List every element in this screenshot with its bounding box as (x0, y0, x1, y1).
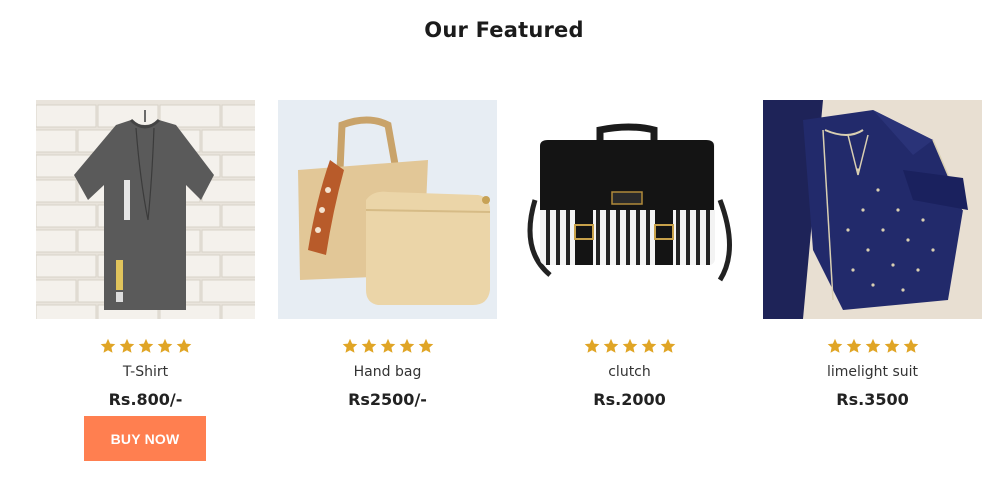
star-icon (100, 338, 116, 354)
product-image-tshirt[interactable] (36, 100, 255, 319)
rating-stars (36, 338, 255, 358)
product-image-limelight-suit[interactable] (763, 100, 982, 319)
star-icon (138, 338, 154, 354)
rating-stars (763, 338, 982, 358)
star-icon (622, 338, 638, 354)
product-price: Rs.2000 (593, 390, 666, 409)
buy-now-button[interactable]: BUY NOW (84, 416, 206, 461)
star-icon (603, 338, 619, 354)
star-icon (827, 338, 843, 354)
star-icon (119, 338, 135, 354)
star-icon (361, 338, 377, 354)
product-image-handbag[interactable] (278, 100, 497, 319)
star-icon (176, 338, 192, 354)
product-card-tshirt[interactable]: T-Shirt Rs.800/- (36, 100, 255, 410)
product-card-limelight-suit[interactable]: limelight suit Rs.3500 (763, 100, 982, 410)
star-icon (399, 338, 415, 354)
product-price: Rs.800/- (108, 390, 183, 409)
product-name: limelight suit (826, 364, 919, 380)
rating-stars (520, 338, 739, 358)
star-icon (380, 338, 396, 354)
star-icon (584, 338, 600, 354)
star-icon (903, 338, 919, 354)
product-image-clutch[interactable] (520, 100, 739, 319)
product-price: Rs2500/- (348, 390, 427, 409)
product-price: Rs.3500 (836, 390, 909, 409)
section-title: Our Featured (424, 18, 584, 42)
star-icon (157, 338, 173, 354)
rating-stars (278, 338, 497, 358)
product-name: Hand bag (353, 364, 422, 380)
product-name: T-Shirt (122, 364, 169, 380)
star-icon (641, 338, 657, 354)
star-icon (660, 338, 676, 354)
product-card-handbag[interactable]: Hand bag Rs2500/- (278, 100, 497, 410)
product-name: clutch (608, 364, 651, 380)
product-card-clutch[interactable]: clutch Rs.2000 (520, 100, 739, 410)
star-icon (418, 338, 434, 354)
star-icon (846, 338, 862, 354)
star-icon (884, 338, 900, 354)
star-icon (342, 338, 358, 354)
star-icon (865, 338, 881, 354)
